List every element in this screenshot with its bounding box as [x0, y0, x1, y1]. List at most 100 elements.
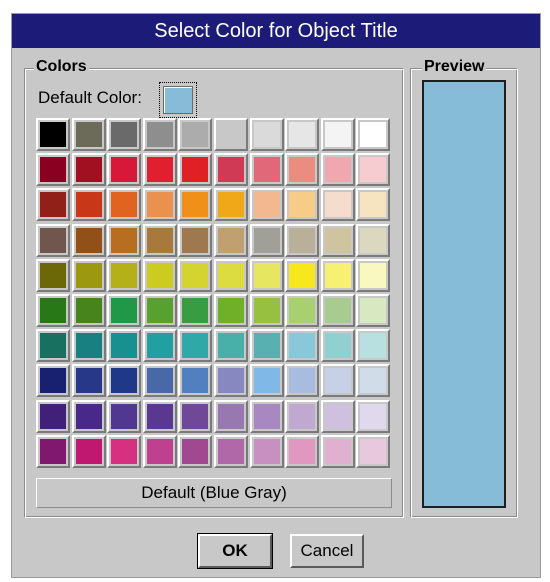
- color-swatch-r5-c4[interactable]: [178, 294, 212, 327]
- color-swatch-r6-c0[interactable]: [36, 329, 70, 362]
- color-swatch-r3-c4[interactable]: [178, 224, 212, 257]
- color-swatch-r1-c0[interactable]: [36, 153, 70, 186]
- color-swatch-r6-c4[interactable]: [178, 329, 212, 362]
- color-swatch-r1-c5[interactable]: [214, 153, 248, 186]
- color-swatch-r9-c1[interactable]: [72, 435, 106, 468]
- color-swatch-r8-c5[interactable]: [214, 400, 248, 433]
- color-swatch-r1-c3[interactable]: [143, 153, 177, 186]
- color-swatch-r3-c5[interactable]: [214, 224, 248, 257]
- color-swatch-r2-c4[interactable]: [178, 188, 212, 221]
- color-swatch-r7-c6[interactable]: [250, 364, 284, 397]
- color-swatch-r5-c9[interactable]: [356, 294, 390, 327]
- color-swatch-r2-c0[interactable]: [36, 188, 70, 221]
- color-swatch-r8-c4[interactable]: [178, 400, 212, 433]
- color-swatch-r4-c7[interactable]: [285, 259, 319, 292]
- color-swatch-r6-c9[interactable]: [356, 329, 390, 362]
- color-swatch-r5-c5[interactable]: [214, 294, 248, 327]
- color-swatch-r2-c2[interactable]: [107, 188, 141, 221]
- color-swatch-r0-c6[interactable]: [250, 118, 284, 151]
- color-swatch-r7-c5[interactable]: [214, 364, 248, 397]
- color-swatch-r4-c1[interactable]: [72, 259, 106, 292]
- color-swatch-r8-c0[interactable]: [36, 400, 70, 433]
- color-swatch-r1-c1[interactable]: [72, 153, 106, 186]
- color-swatch-r3-c2[interactable]: [107, 224, 141, 257]
- color-swatch-r5-c1[interactable]: [72, 294, 106, 327]
- cancel-button[interactable]: Cancel: [290, 534, 364, 568]
- color-swatch-r5-c8[interactable]: [321, 294, 355, 327]
- color-swatch-r6-c8[interactable]: [321, 329, 355, 362]
- color-swatch-r0-c4[interactable]: [178, 118, 212, 151]
- color-swatch-r3-c7[interactable]: [285, 224, 319, 257]
- color-swatch-r9-c6[interactable]: [250, 435, 284, 468]
- color-swatch-r1-c7[interactable]: [285, 153, 319, 186]
- color-swatch-r5-c3[interactable]: [143, 294, 177, 327]
- color-swatch-r4-c3[interactable]: [143, 259, 177, 292]
- color-swatch-r2-c8[interactable]: [321, 188, 355, 221]
- color-swatch-r2-c3[interactable]: [143, 188, 177, 221]
- color-swatch-r9-c9[interactable]: [356, 435, 390, 468]
- color-swatch-r0-c2[interactable]: [107, 118, 141, 151]
- color-swatch-r7-c7[interactable]: [285, 364, 319, 397]
- color-swatch-r8-c8[interactable]: [321, 400, 355, 433]
- color-swatch-r1-c8[interactable]: [321, 153, 355, 186]
- color-swatch-r7-c2[interactable]: [107, 364, 141, 397]
- color-swatch-r3-c3[interactable]: [143, 224, 177, 257]
- color-swatch-r3-c9[interactable]: [356, 224, 390, 257]
- color-swatch-r4-c0[interactable]: [36, 259, 70, 292]
- color-swatch-r7-c9[interactable]: [356, 364, 390, 397]
- color-swatch-r6-c3[interactable]: [143, 329, 177, 362]
- color-swatch-r0-c7[interactable]: [285, 118, 319, 151]
- color-swatch-r9-c0[interactable]: [36, 435, 70, 468]
- color-swatch-r3-c6[interactable]: [250, 224, 284, 257]
- color-swatch-r0-c8[interactable]: [321, 118, 355, 151]
- color-swatch-r5-c2[interactable]: [107, 294, 141, 327]
- color-swatch-r4-c9[interactable]: [356, 259, 390, 292]
- color-swatch-r8-c1[interactable]: [72, 400, 106, 433]
- color-swatch-r0-c9[interactable]: [356, 118, 390, 151]
- color-swatch-r2-c9[interactable]: [356, 188, 390, 221]
- color-swatch-r3-c8[interactable]: [321, 224, 355, 257]
- color-swatch-r1-c4[interactable]: [178, 153, 212, 186]
- color-swatch-r3-c1[interactable]: [72, 224, 106, 257]
- color-swatch-r6-c2[interactable]: [107, 329, 141, 362]
- color-swatch-r8-c9[interactable]: [356, 400, 390, 433]
- color-swatch-r6-c1[interactable]: [72, 329, 106, 362]
- default-color-button[interactable]: Default (Blue Gray): [36, 478, 392, 508]
- color-swatch-r6-c6[interactable]: [250, 329, 284, 362]
- color-swatch-r9-c8[interactable]: [321, 435, 355, 468]
- color-swatch-r8-c7[interactable]: [285, 400, 319, 433]
- color-swatch-r7-c0[interactable]: [36, 364, 70, 397]
- color-swatch-r4-c2[interactable]: [107, 259, 141, 292]
- ok-button[interactable]: OK: [197, 533, 273, 569]
- color-swatch-r6-c7[interactable]: [285, 329, 319, 362]
- color-swatch-r1-c6[interactable]: [250, 153, 284, 186]
- color-swatch-r9-c7[interactable]: [285, 435, 319, 468]
- color-swatch-r5-c7[interactable]: [285, 294, 319, 327]
- color-swatch-r4-c5[interactable]: [214, 259, 248, 292]
- color-swatch-r2-c1[interactable]: [72, 188, 106, 221]
- color-swatch-r8-c2[interactable]: [107, 400, 141, 433]
- color-swatch-r7-c1[interactable]: [72, 364, 106, 397]
- color-swatch-r0-c0[interactable]: [36, 118, 70, 151]
- color-swatch-r3-c0[interactable]: [36, 224, 70, 257]
- color-swatch-r4-c6[interactable]: [250, 259, 284, 292]
- color-swatch-r8-c3[interactable]: [143, 400, 177, 433]
- color-swatch-r0-c1[interactable]: [72, 118, 106, 151]
- color-swatch-r4-c4[interactable]: [178, 259, 212, 292]
- color-swatch-r4-c8[interactable]: [321, 259, 355, 292]
- color-swatch-r2-c7[interactable]: [285, 188, 319, 221]
- color-swatch-r9-c4[interactable]: [178, 435, 212, 468]
- default-color-focus[interactable]: [159, 82, 197, 118]
- default-color-swatch[interactable]: [163, 86, 193, 114]
- color-swatch-r0-c3[interactable]: [143, 118, 177, 151]
- color-swatch-r2-c5[interactable]: [214, 188, 248, 221]
- color-swatch-r9-c5[interactable]: [214, 435, 248, 468]
- color-swatch-r7-c8[interactable]: [321, 364, 355, 397]
- color-swatch-r2-c6[interactable]: [250, 188, 284, 221]
- color-swatch-r0-c5[interactable]: [214, 118, 248, 151]
- color-swatch-r6-c5[interactable]: [214, 329, 248, 362]
- color-swatch-r1-c2[interactable]: [107, 153, 141, 186]
- color-swatch-r5-c6[interactable]: [250, 294, 284, 327]
- color-swatch-r1-c9[interactable]: [356, 153, 390, 186]
- color-swatch-r5-c0[interactable]: [36, 294, 70, 327]
